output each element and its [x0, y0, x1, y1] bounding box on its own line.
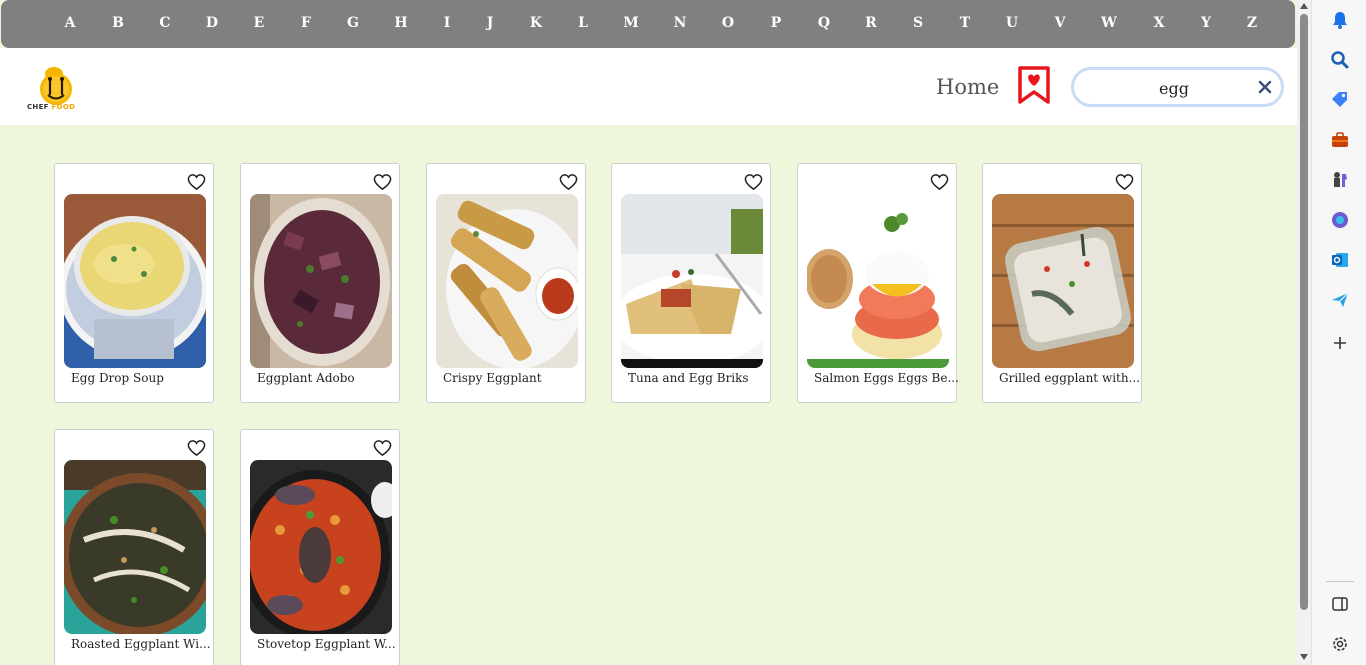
- recipe-image: [621, 194, 763, 368]
- recipe-title: Stovetop Eggplant W...: [257, 637, 396, 651]
- letter-link-r[interactable]: R: [865, 15, 877, 31]
- letter-link-v[interactable]: V: [1055, 15, 1066, 31]
- recipe-title: Grilled eggplant with...: [999, 371, 1141, 385]
- recipe-title: Eggplant Adobo: [257, 371, 355, 385]
- outlook-icon[interactable]: [1330, 250, 1350, 270]
- scroll-up-arrow-icon[interactable]: [1300, 3, 1308, 9]
- letter-link-y[interactable]: Y: [1201, 15, 1211, 31]
- clear-search-icon[interactable]: [1257, 79, 1273, 95]
- vertical-scrollbar[interactable]: [1297, 0, 1311, 665]
- recipe-card[interactable]: Salmon Eggs Eggs Be...: [797, 163, 959, 403]
- recipe-image: [807, 194, 949, 368]
- recipe-image: [436, 194, 578, 368]
- letter-link-j[interactable]: J: [487, 15, 494, 31]
- letter-link-t[interactable]: T: [960, 15, 970, 31]
- recipe-title: Tuna and Egg Briks: [628, 371, 749, 385]
- heart-icon[interactable]: [187, 439, 206, 457]
- letter-link-k[interactable]: K: [530, 15, 542, 31]
- recipe-card[interactable]: Egg Drop Soup: [54, 163, 214, 403]
- scrollbar-thumb[interactable]: [1300, 14, 1308, 610]
- letter-link-z[interactable]: Z: [1247, 15, 1257, 31]
- copilot-icon[interactable]: [1330, 210, 1350, 230]
- add-icon[interactable]: [1330, 333, 1350, 353]
- split-screen-icon[interactable]: [1330, 594, 1350, 614]
- site-header: CHEF FOOD Home: [0, 48, 1297, 125]
- letter-link-e[interactable]: E: [254, 15, 265, 31]
- send-icon[interactable]: [1330, 290, 1350, 310]
- heart-icon[interactable]: [187, 173, 206, 191]
- letter-link-s[interactable]: S: [913, 15, 923, 31]
- recipe-image: [992, 194, 1134, 368]
- heart-icon[interactable]: [1115, 173, 1134, 191]
- scroll-down-arrow-icon[interactable]: [1300, 654, 1308, 660]
- heart-icon[interactable]: [744, 173, 763, 191]
- letter-link-l[interactable]: L: [578, 15, 588, 31]
- recipe-card[interactable]: Stovetop Eggplant W...: [240, 429, 400, 665]
- recipe-card[interactable]: Tuna and Egg Briks: [611, 163, 771, 403]
- alphabet-nav: A B C D E F G H I J K L M N O P Q R S T …: [1, 0, 1295, 48]
- letter-link-d[interactable]: D: [206, 15, 218, 31]
- search-icon[interactable]: [1330, 50, 1350, 70]
- letter-link-q[interactable]: Q: [818, 15, 830, 31]
- heart-icon[interactable]: [373, 173, 392, 191]
- letter-link-x[interactable]: X: [1154, 15, 1165, 31]
- favorites-bookmark-icon[interactable]: [1017, 66, 1051, 104]
- heart-icon[interactable]: [930, 173, 949, 191]
- letter-link-o[interactable]: O: [722, 15, 734, 31]
- search-box: [1071, 67, 1284, 107]
- page-viewport: A B C D E F G H I J K L M N O P Q R S T …: [0, 0, 1297, 665]
- letter-link-m[interactable]: M: [623, 15, 639, 31]
- recipe-title: Roasted Eggplant Wi...: [71, 637, 211, 651]
- bell-icon[interactable]: [1330, 10, 1350, 30]
- letter-link-b[interactable]: B: [112, 15, 124, 31]
- letter-link-c[interactable]: C: [159, 15, 170, 31]
- letter-link-f[interactable]: F: [301, 15, 311, 31]
- recipe-image: [250, 194, 392, 368]
- letter-link-n[interactable]: N: [674, 15, 687, 31]
- recipe-image: [250, 460, 392, 634]
- letter-link-i[interactable]: I: [444, 15, 451, 31]
- heart-icon[interactable]: [373, 439, 392, 457]
- recipe-image: [64, 460, 206, 634]
- recipe-card[interactable]: Grilled eggplant with...: [982, 163, 1142, 403]
- recipe-card[interactable]: Roasted Eggplant Wi...: [54, 429, 214, 665]
- recipe-card[interactable]: Crispy Eggplant: [426, 163, 586, 403]
- logo-text: CHEF FOOD: [27, 103, 76, 111]
- search-input[interactable]: [1094, 76, 1254, 100]
- letter-link-u[interactable]: U: [1006, 15, 1018, 31]
- recipe-card[interactable]: Eggplant Adobo: [240, 163, 400, 403]
- letter-link-g[interactable]: G: [347, 15, 359, 31]
- letter-link-p[interactable]: P: [771, 15, 782, 31]
- sidebar-divider: [1326, 581, 1354, 582]
- heart-icon[interactable]: [559, 173, 578, 191]
- letter-link-h[interactable]: H: [394, 15, 407, 31]
- recipe-title: Crispy Eggplant: [443, 371, 542, 385]
- letter-link-a[interactable]: A: [65, 15, 76, 31]
- settings-icon[interactable]: [1330, 634, 1350, 654]
- letter-link-w[interactable]: W: [1101, 15, 1117, 31]
- home-link[interactable]: Home: [936, 75, 999, 99]
- browser-sidebar: [1311, 0, 1366, 665]
- tag-icon[interactable]: [1330, 90, 1350, 110]
- chess-icon[interactable]: [1330, 170, 1350, 190]
- recipe-image: [64, 194, 206, 368]
- recipe-title: Egg Drop Soup: [71, 371, 164, 385]
- recipe-title: Salmon Eggs Eggs Be...: [814, 371, 959, 385]
- briefcase-icon[interactable]: [1330, 130, 1350, 150]
